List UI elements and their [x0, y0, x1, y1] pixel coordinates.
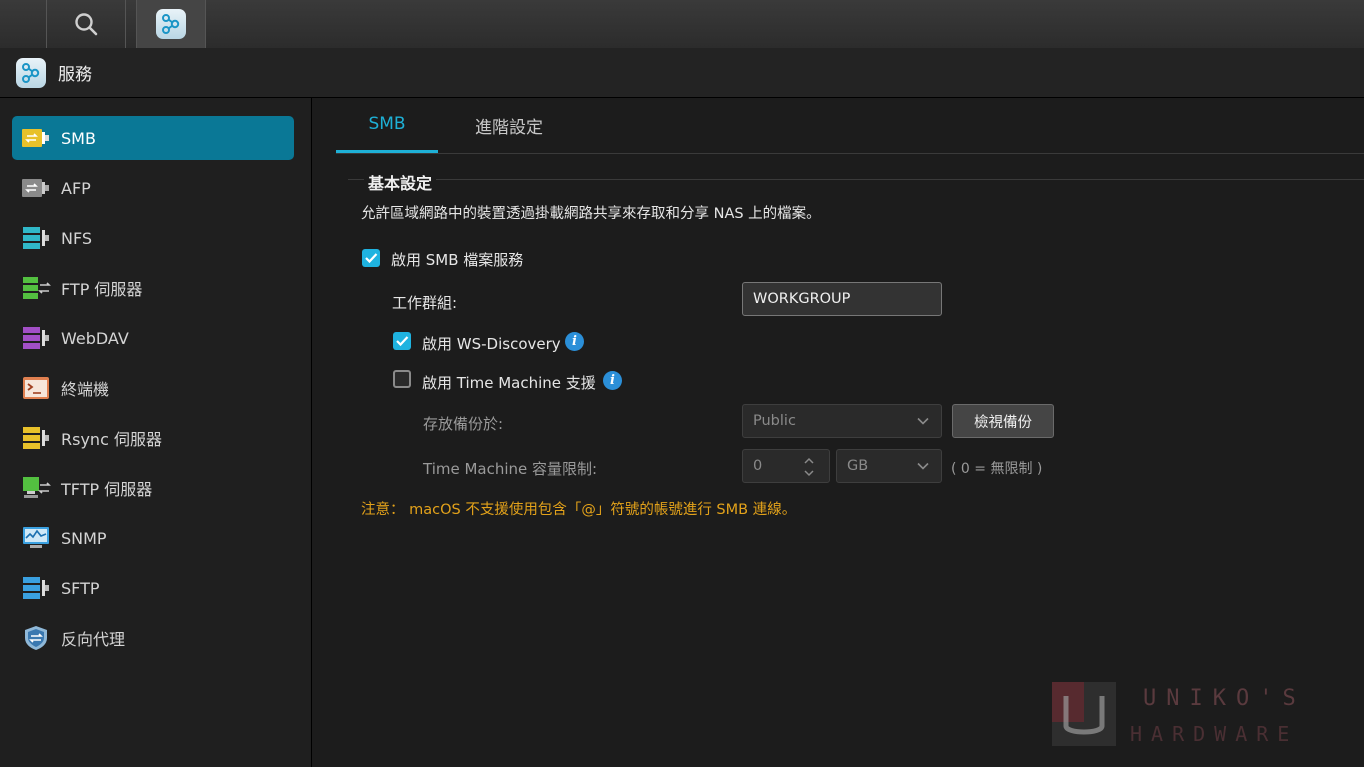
main-panel: SMB 進階設定 基本設定 允許區域網路中的裝置透過掛載網路共享來存取和分享 N…	[312, 98, 1364, 767]
section-title: 基本設定	[364, 170, 437, 194]
chevron-down-icon	[917, 417, 929, 425]
nfs-icon	[21, 225, 51, 251]
rsync-server-icon	[21, 425, 51, 451]
sidebar-item-terminal[interactable]: 終端機	[12, 366, 294, 410]
snmp-icon	[21, 525, 51, 551]
sidebar-item-label: 終端機	[61, 380, 110, 399]
tm-limit-value: 0	[753, 458, 763, 474]
webdav-icon	[21, 325, 51, 351]
backup-location-label: 存放備份於:	[423, 415, 504, 433]
services-icon	[16, 57, 46, 88]
info-icon[interactable]: i	[603, 371, 622, 390]
window-titlebar: 服務	[0, 48, 1364, 98]
view-backups-button[interactable]: 檢視備份	[952, 404, 1054, 438]
smb-warning-note: 注意： macOS 不支援使用包含「@」符號的帳號進行 SMB 連線。	[361, 502, 797, 518]
tm-limit-unit: GB	[847, 458, 869, 474]
taskbar-services-app[interactable]	[136, 0, 206, 48]
workgroup-input[interactable]: WORKGROUP	[742, 282, 942, 316]
tm-limit-unit-select[interactable]: GB	[836, 449, 942, 483]
workgroup-label: 工作群組:	[392, 294, 458, 312]
sidebar-item-label: 反向代理	[61, 630, 126, 649]
terminal-icon	[21, 375, 51, 401]
sidebar-item-label: Rsync 伺服器	[61, 430, 162, 449]
sidebar-item-snmp[interactable]: SNMP	[12, 516, 294, 560]
sidebar-item-sftp[interactable]: SFTP	[12, 566, 294, 610]
sidebar-item-nfs[interactable]: NFS	[12, 216, 294, 260]
ws-discovery-label: 啟用 WS-Discovery	[422, 335, 561, 353]
reverse-proxy-icon	[21, 625, 51, 651]
sidebar: SMB AFP NFS FTP 伺服器 WebDAV 終端機 Rsync 伺服器…	[0, 98, 312, 767]
sidebar-item-label: AFP	[61, 178, 91, 198]
tab-smb[interactable]: SMB	[336, 98, 438, 153]
sidebar-item-label: SMB	[61, 128, 96, 148]
tab-advanced-settings[interactable]: 進階設定	[458, 98, 560, 153]
search-icon	[75, 13, 98, 36]
watermark-text-line1: UNIKO'S	[1143, 686, 1306, 711]
watermark-text-line2: HARDWARE	[1130, 722, 1299, 746]
backup-location-value: Public	[753, 413, 796, 429]
ftp-server-icon	[21, 275, 51, 301]
services-app-icon	[156, 9, 186, 39]
sidebar-item-label: FTP 伺服器	[61, 280, 143, 299]
window-title: 服務	[58, 65, 92, 85]
smb-icon	[21, 125, 51, 151]
checkmark-icon	[365, 253, 378, 264]
taskbar	[0, 0, 1364, 48]
stepper-arrows-icon[interactable]	[803, 455, 815, 479]
sidebar-item-rsync-server[interactable]: Rsync 伺服器	[12, 416, 294, 460]
sidebar-item-smb[interactable]: SMB	[12, 116, 294, 160]
search-button[interactable]	[46, 0, 126, 48]
sidebar-item-webdav[interactable]: WebDAV	[12, 316, 294, 360]
tm-limit-label: Time Machine 容量限制:	[423, 460, 598, 478]
sidebar-item-ftp-server[interactable]: FTP 伺服器	[12, 266, 294, 310]
sidebar-item-afp[interactable]: AFP	[12, 166, 294, 210]
tftp-server-icon	[21, 475, 51, 501]
sidebar-item-label: SNMP	[61, 528, 107, 548]
afp-icon	[21, 175, 51, 201]
tm-limit-stepper[interactable]: 0	[742, 449, 830, 483]
time-machine-label: 啟用 Time Machine 支援	[422, 374, 596, 392]
sidebar-item-reverse-proxy[interactable]: 反向代理	[12, 616, 294, 660]
sidebar-item-label: SFTP	[61, 578, 100, 598]
backup-location-select[interactable]: Public	[742, 404, 942, 438]
checkmark-icon	[396, 336, 409, 347]
section-description: 允許區域網路中的裝置透過掛載網路共享來存取和分享 NAS 上的檔案。	[361, 206, 821, 222]
ws-discovery-checkbox[interactable]	[393, 332, 411, 350]
info-icon[interactable]: i	[565, 332, 584, 351]
sidebar-item-tftp-server[interactable]: TFTP 伺服器	[12, 466, 294, 510]
time-machine-checkbox[interactable]	[393, 370, 411, 388]
sidebar-item-label: NFS	[61, 228, 93, 248]
tm-limit-hint: ( 0 = 無限制 )	[951, 461, 1043, 477]
chevron-down-icon	[917, 462, 929, 470]
sidebar-item-label: TFTP 伺服器	[61, 480, 153, 499]
section-divider	[348, 179, 1364, 180]
tab-bar: SMB 進階設定	[336, 98, 1364, 154]
enable-smb-label: 啟用 SMB 檔案服務	[391, 251, 524, 269]
sidebar-item-label: WebDAV	[61, 328, 129, 348]
watermark-logo	[1052, 682, 1116, 750]
enable-smb-checkbox[interactable]	[362, 249, 380, 267]
sftp-icon	[21, 575, 51, 601]
